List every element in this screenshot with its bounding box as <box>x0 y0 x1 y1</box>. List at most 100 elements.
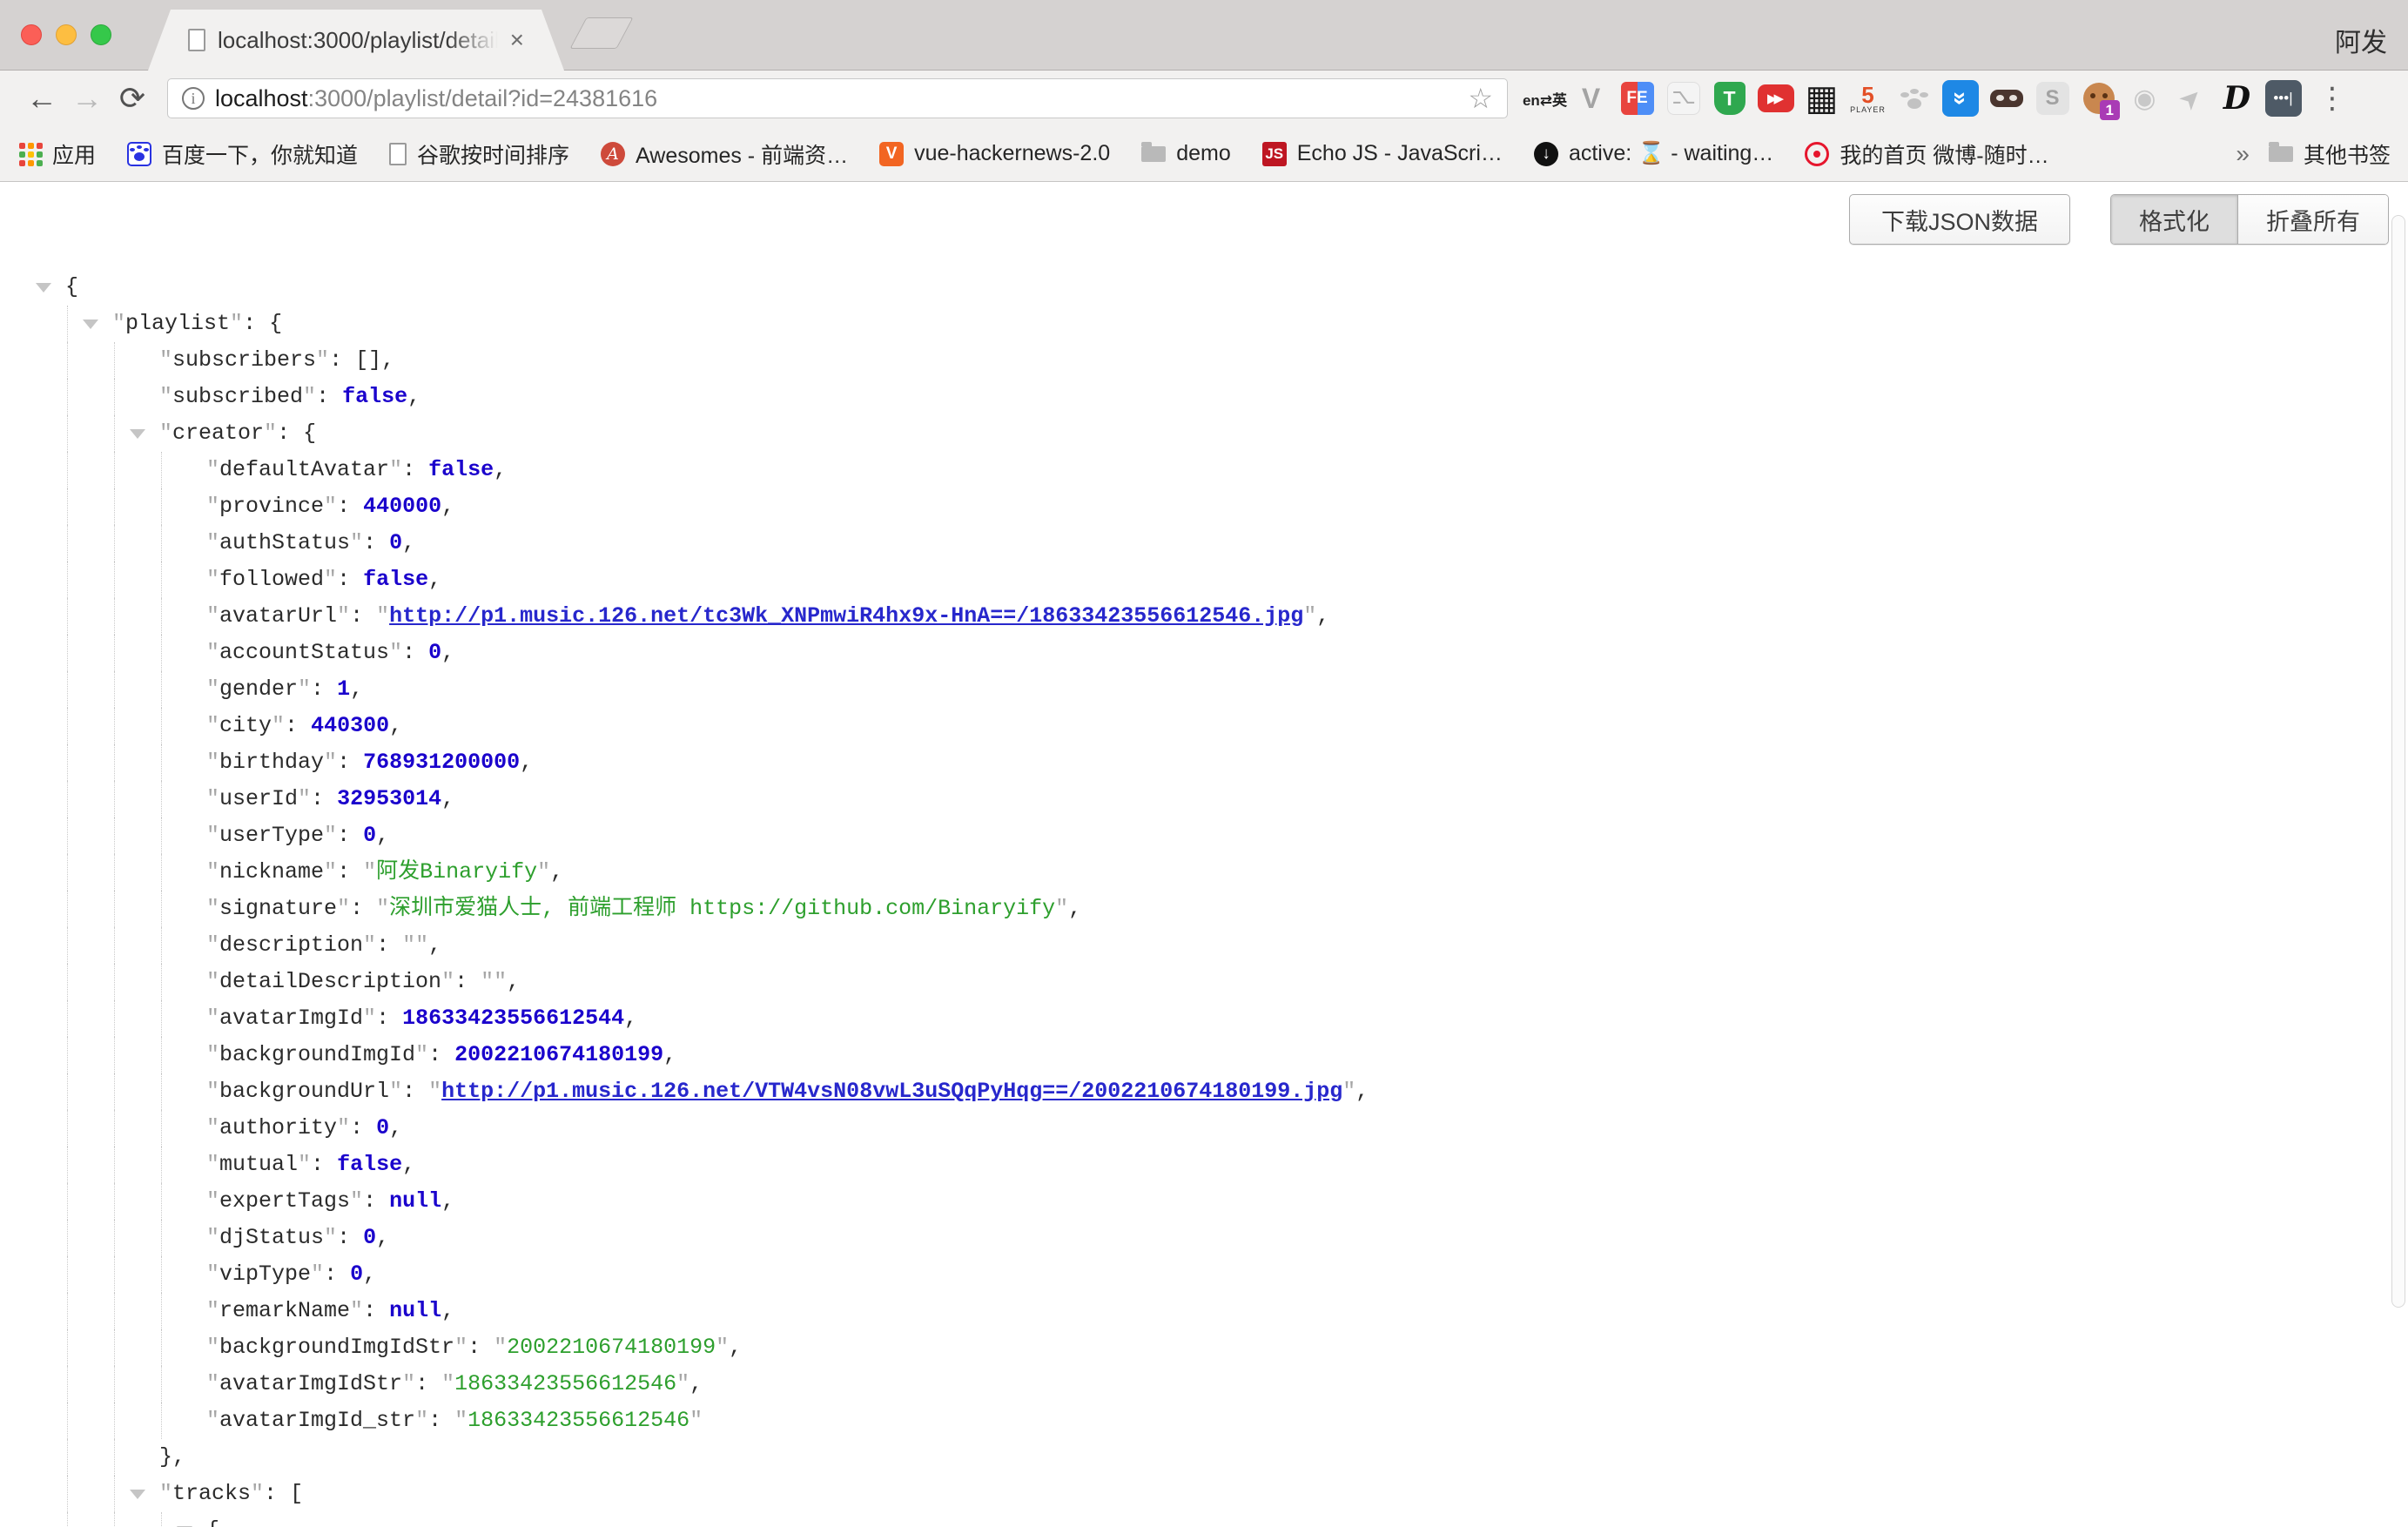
indent-guide <box>67 1512 68 1527</box>
weibo-gray-icon[interactable]: ◉ <box>2122 76 2168 122</box>
download-json-button[interactable]: 下载JSON数据 <box>1849 194 2070 245</box>
json-line: "expertTags": null, <box>0 1183 2382 1220</box>
other-bookmarks-label: 其他书签 <box>2304 138 2391 170</box>
indent-guide <box>161 1073 162 1110</box>
qr-code-icon[interactable]: ▦ <box>1799 76 1845 122</box>
bookmark-label: active: ⌛ - waiting… <box>1569 141 1773 166</box>
indent-guide <box>114 452 115 488</box>
html5-player-icon[interactable]: 5PLAYER <box>1845 76 1891 122</box>
indent-guide <box>114 781 115 817</box>
vue-icon: V <box>879 142 904 166</box>
shield-t-icon[interactable]: T <box>1706 76 1752 122</box>
json-line: "mutual": false, <box>0 1147 2382 1183</box>
indent-guide <box>161 1183 162 1220</box>
back-icon[interactable]: ← <box>19 80 64 117</box>
folder-icon <box>1141 142 1166 166</box>
password-dots-icon[interactable]: •••| <box>2260 76 2306 122</box>
bookmarks-overflow-icon[interactable]: » <box>2236 140 2250 168</box>
tampermonkey-icon[interactable]: 1 <box>2075 76 2122 122</box>
indent-guide <box>114 1037 115 1073</box>
indent-guide <box>161 708 162 744</box>
json-line: "avatarImgId": 18633423556612544, <box>0 1000 2382 1037</box>
bookmarks-bar: 应用 百度一下，你就知道谷歌按时间排序 AAwesomes - 前端资… Vvue-h… <box>0 126 2408 182</box>
sitemap-icon[interactable]: ⌥ <box>1660 76 1706 122</box>
new-tab-button[interactable] <box>569 17 633 49</box>
browser-menu-icon[interactable]: ⋮ <box>2315 81 2350 116</box>
indent-guide <box>161 927 162 964</box>
json-line: "playlist": { <box>0 306 2382 342</box>
json-line: "creator": { <box>0 415 2382 452</box>
bookmark-item[interactable]: 应用 <box>17 138 96 170</box>
forward-icon[interactable]: → <box>64 80 110 117</box>
json-line: "gender": 1, <box>0 671 2382 708</box>
bird-icon[interactable]: ➤ <box>2168 76 2214 122</box>
json-url-link[interactable]: http://p1.music.126.net/tc3Wk_XNPmwiR4hx… <box>389 603 1303 629</box>
mask-icon[interactable] <box>1983 76 2029 122</box>
collapse-toggle-icon[interactable] <box>36 283 51 293</box>
other-bookmarks[interactable]: 其他书签 <box>2269 138 2391 170</box>
bookmark-item[interactable]: ↓ active: ⌛ - waiting… <box>1534 141 1773 166</box>
bookmark-item[interactable]: demo <box>1141 141 1231 166</box>
fast-forward-icon[interactable]: ▶▶ <box>1752 76 1799 122</box>
scrollbar-thumb[interactable] <box>2391 215 2405 1308</box>
indent-guide <box>114 379 115 415</box>
json-line: "avatarImgId_str": "18633423556612546" <box>0 1403 2382 1439</box>
json-line: "avatarImgIdStr": "18633423556612546", <box>0 1366 2382 1403</box>
awesomes-icon: A <box>601 142 625 166</box>
indent-guide <box>114 1220 115 1256</box>
d-icon[interactable]: D <box>2214 76 2260 122</box>
s-icon[interactable]: S <box>2029 76 2075 122</box>
collapse-all-button[interactable]: 折叠所有 <box>2238 195 2388 244</box>
url-host: localhost <box>215 85 308 112</box>
bookmark-star-icon[interactable]: ☆ <box>1468 82 1493 115</box>
indent-guide <box>67 927 68 964</box>
indent-guide <box>161 781 162 817</box>
page-info-icon[interactable]: i <box>182 87 205 110</box>
download-active-icon: ↓ <box>1534 142 1558 166</box>
bookmark-item[interactable]: JSEcho JS - JavaScri… <box>1262 141 1503 166</box>
indent-guide <box>67 1037 68 1073</box>
json-line: "remarkName": null, <box>0 1293 2382 1329</box>
tab-close-icon[interactable]: × <box>510 28 524 52</box>
blue-download-icon[interactable]: » <box>1937 76 1983 122</box>
paw-icon[interactable] <box>1891 76 1937 122</box>
indent-guide <box>67 708 68 744</box>
collapse-toggle-icon[interactable] <box>130 429 145 439</box>
indent-guide <box>161 1220 162 1256</box>
profile-name[interactable]: 阿发 <box>2335 21 2387 59</box>
browser-tab[interactable]: localhost:3000/playlist/detail?i × <box>148 10 564 71</box>
indent-guide <box>67 635 68 671</box>
vue-devtools-icon[interactable]: V <box>1568 76 1614 122</box>
bookmark-item[interactable]: 百度一下，你就知道 <box>127 138 358 170</box>
page-content: 下载JSON数据 格式化 折叠所有 {"playlist": {"subscri… <box>0 182 2408 1527</box>
tab-favicon-page-icon <box>188 29 205 51</box>
close-window-button[interactable] <box>21 24 42 45</box>
indent-guide <box>67 1110 68 1147</box>
indent-guide <box>114 525 115 562</box>
reload-icon[interactable]: ⟳ <box>110 80 155 117</box>
bookmarks-right: » 其他书签 <box>2236 138 2391 170</box>
zoom-window-button[interactable] <box>91 24 111 45</box>
bookmark-item[interactable]: Vvue-hackernews-2.0 <box>879 141 1110 166</box>
bookmark-item[interactable]: 我的首页 微博-随时… <box>1805 138 2048 170</box>
indent-guide <box>67 1403 68 1439</box>
indent-guide <box>67 342 68 379</box>
indent-guide <box>67 488 68 525</box>
format-button[interactable]: 格式化 <box>2111 195 2238 244</box>
json-line: "followed": false, <box>0 562 2382 598</box>
fe-icon[interactable]: FE <box>1614 76 1660 122</box>
minimize-window-button[interactable] <box>56 24 77 45</box>
json-line: "authStatus": 0, <box>0 525 2382 562</box>
bookmark-item[interactable]: AAwesomes - 前端资… <box>601 138 848 170</box>
url-bar[interactable]: i localhost :3000/playlist/detail?id=243… <box>167 78 1508 118</box>
indent-guide <box>114 635 115 671</box>
collapse-toggle-icon[interactable] <box>83 320 98 329</box>
translate-icon[interactable]: en⇄英 <box>1522 76 1568 122</box>
bookmark-item[interactable]: 谷歌按时间排序 <box>389 138 569 170</box>
indent-guide <box>67 891 68 927</box>
bookmark-label: 百度一下，你就知道 <box>162 138 358 170</box>
collapse-toggle-icon[interactable] <box>130 1490 145 1499</box>
indent-guide <box>67 1000 68 1037</box>
indent-guide <box>161 525 162 562</box>
json-url-link[interactable]: http://p1.music.126.net/VTW4vsN08vwL3uSQ… <box>441 1079 1342 1104</box>
